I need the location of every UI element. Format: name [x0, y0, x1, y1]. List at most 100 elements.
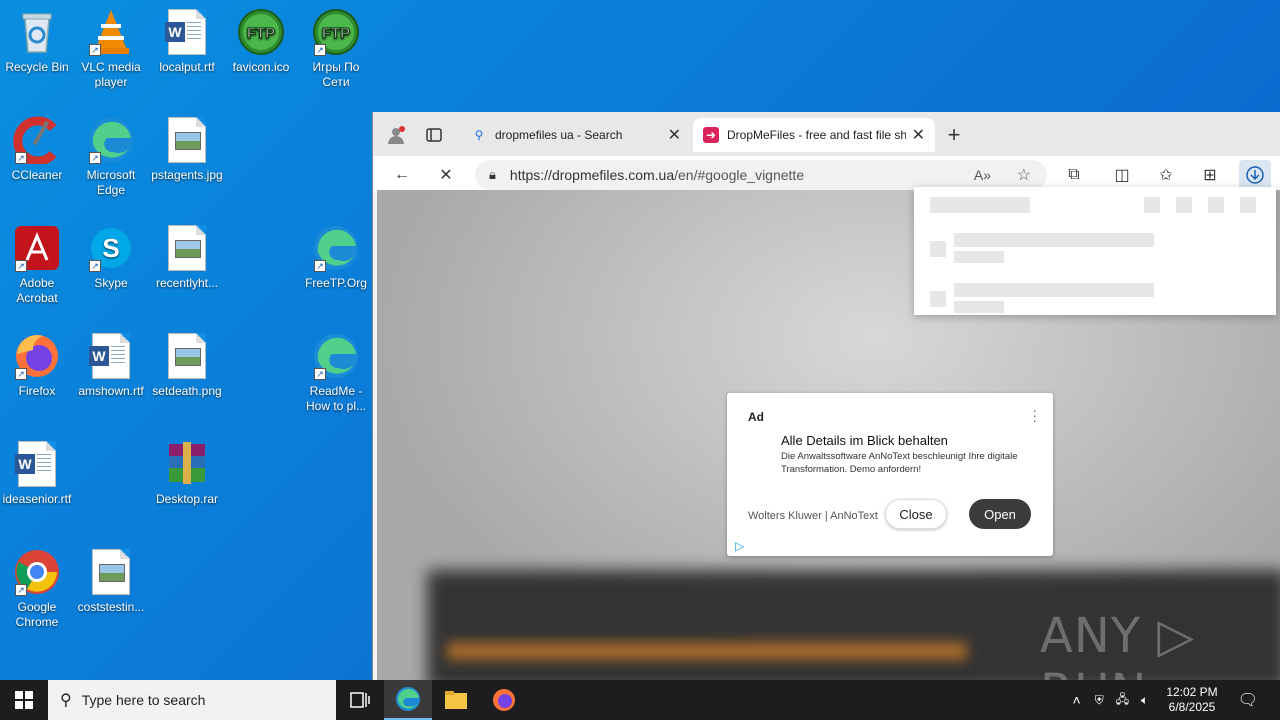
- desktop-icon-ideasenior[interactable]: W ideasenior.rtf: [0, 440, 74, 507]
- collections-icon[interactable]: ⊞: [1199, 164, 1221, 186]
- tab-title: DropMeFiles - free and fast file sharing: [727, 128, 906, 142]
- shortcut-arrow-icon: ↗: [314, 260, 326, 272]
- shortcut-arrow-icon: ↗: [89, 260, 101, 272]
- desktop-icon-games[interactable]: FTP ↗ Игры По Сети: [299, 8, 373, 90]
- edge-icon: ↗: [87, 116, 135, 164]
- desktop-icon-desktop-rar[interactable]: Desktop.rar: [150, 440, 224, 507]
- desktop-icon-pstagents[interactable]: pstagents.jpg: [150, 116, 224, 183]
- desktop-icon-ccleaner[interactable]: ↗ CCleaner: [0, 116, 74, 183]
- vlc-icon: ↗: [87, 8, 135, 56]
- desktop-icon-label: Recycle Bin: [5, 60, 69, 74]
- tab-dropmefiles[interactable]: ➜ DropMeFiles - free and fast file shari…: [693, 118, 935, 152]
- ad-body[interactable]: Die Anwaltssoftware AnNoText beschleunig…: [781, 450, 1031, 476]
- desktop-icon-readme[interactable]: ↗ ReadMe - How to pl...: [299, 332, 373, 414]
- network-icon[interactable]: 🖧︎: [1116, 690, 1129, 711]
- taskbar-search-placeholder: Type here to search: [81, 692, 206, 708]
- edge-icon: ↗: [312, 332, 360, 380]
- tab-search[interactable]: ⚲ dropmefiles ua - Search ✕: [461, 118, 691, 152]
- desktop-icon-label: Игры По Сети: [312, 60, 360, 89]
- acrobat-icon: ↗: [13, 224, 61, 272]
- search-icon[interactable]: [1176, 197, 1192, 213]
- close-tab-icon[interactable]: ✕: [912, 125, 925, 145]
- ad-advertiser[interactable]: Wolters Kluwer | AnNoText: [748, 510, 878, 522]
- svg-text:FTP: FTP: [322, 25, 350, 42]
- word-doc-icon: W: [13, 440, 61, 488]
- desktop-icon-recentlyht[interactable]: recentlyht...: [150, 224, 224, 291]
- desktop-icon-label: localput.rtf: [159, 60, 215, 74]
- shortcut-arrow-icon: ↗: [89, 152, 101, 164]
- tab-title: dropmefiles ua - Search: [495, 128, 623, 142]
- url-path: /en/#google_vignette: [674, 167, 805, 183]
- clock-date: 6/8/2025: [1168, 700, 1216, 714]
- favorite-star-icon[interactable]: ☆: [1017, 165, 1031, 185]
- search-icon: ⚲: [474, 128, 484, 142]
- new-tab-icon[interactable]: +: [943, 122, 965, 147]
- split-screen-icon[interactable]: ◫: [1111, 164, 1133, 186]
- desktop-icon-label: VLC media player: [81, 60, 141, 89]
- file-icon: [930, 291, 946, 307]
- tab-actions-icon[interactable]: [423, 124, 445, 146]
- extensions-icon[interactable]: ⧉: [1063, 164, 1085, 186]
- start-button[interactable]: [0, 680, 48, 720]
- taskbar-search[interactable]: ⚲ Type here to search: [48, 680, 336, 720]
- favorites-icon[interactable]: ✩: [1155, 164, 1177, 186]
- desktop-icon-firefox[interactable]: ↗ Firefox: [0, 332, 74, 399]
- desktop-icon-coststestin[interactable]: coststestin...: [74, 548, 148, 615]
- firefox-icon: ↗: [13, 332, 61, 380]
- stop-loading-icon[interactable]: ✕: [435, 164, 457, 186]
- ad-dialog: Ad · · · Alle Details im Blick behalten Di…: [727, 393, 1053, 556]
- edge-icon: ↗: [312, 224, 360, 272]
- back-icon[interactable]: ←: [391, 164, 413, 186]
- adchoices-icon[interactable]: ▷: [735, 539, 744, 553]
- downloads-panel: [914, 187, 1276, 315]
- svg-text:S: S: [102, 233, 119, 263]
- desktop-icon-chrome[interactable]: ↗ Google Chrome: [0, 548, 74, 630]
- security-icon[interactable]: ⛨: [1095, 693, 1104, 708]
- desktop-icon-localput[interactable]: W localput.rtf: [150, 8, 224, 75]
- shortcut-arrow-icon: ↗: [314, 368, 326, 380]
- desktop-icon-recycle-bin[interactable]: Recycle Bin: [0, 8, 74, 75]
- desktop-icon-setdeath[interactable]: setdeath.png: [150, 332, 224, 399]
- read-aloud-icon[interactable]: A»: [974, 167, 991, 183]
- lock-icon: 🔒︎: [489, 167, 496, 182]
- volume-icon[interactable]: 🔈︎: [1141, 693, 1148, 708]
- taskbar-firefox-icon[interactable]: [480, 680, 528, 720]
- url-field[interactable]: 🔒︎ https://dropmefiles.com.ua/en/#google…: [475, 160, 1047, 190]
- task-view-icon[interactable]: [336, 680, 384, 720]
- downloads-panel-title-skeleton: [930, 197, 1030, 213]
- pin-icon[interactable]: [1240, 197, 1256, 213]
- ad-close-button[interactable]: Close: [885, 499, 947, 529]
- desktop-icon-label: CCleaner: [11, 168, 63, 182]
- desktop-icon-skype[interactable]: S ↗ Skype: [74, 224, 148, 291]
- url-host: https://dropmefiles.com.ua: [509, 167, 675, 183]
- ad-open-button[interactable]: Open: [969, 499, 1031, 529]
- desktop-icon-amshown[interactable]: W amshown.rtf: [74, 332, 148, 399]
- desktop-icon-acrobat[interactable]: ↗ Adobe Acrobat: [0, 224, 74, 306]
- desktop-icon-label: Desktop.rar: [155, 492, 219, 506]
- clock[interactable]: 12:02 PM 6/8/2025: [1166, 685, 1217, 715]
- shortcut-arrow-icon: ↗: [15, 584, 27, 596]
- ad-headline[interactable]: Alle Details im Blick behalten: [781, 433, 948, 448]
- notifications-icon[interactable]: 🗨︎: [1238, 690, 1258, 710]
- winrar-icon: [163, 440, 211, 488]
- more-options-icon[interactable]: · · ·: [1032, 403, 1037, 427]
- chevron-up-icon[interactable]: ˄: [1073, 692, 1081, 708]
- folder-icon[interactable]: [1144, 197, 1160, 213]
- word-doc-icon: W: [87, 332, 135, 380]
- tab-bar: ⚲ dropmefiles ua - Search ✕ ➜ DropMeFile…: [373, 112, 1280, 156]
- taskbar-file-explorer-icon[interactable]: [432, 680, 480, 720]
- close-tab-icon[interactable]: ✕: [668, 125, 681, 145]
- image-file-icon: [163, 332, 211, 380]
- ftp-icon: FTP ↗: [312, 8, 360, 56]
- desktop-icon-vlc[interactable]: ↗ VLC media player: [74, 8, 148, 90]
- profile-icon[interactable]: [385, 124, 407, 146]
- taskbar-edge-icon[interactable]: [384, 680, 432, 720]
- ad-label: Ad: [748, 410, 764, 424]
- clock-time: 12:02 PM: [1166, 685, 1218, 699]
- desktop-icon-label: setdeath.png: [152, 384, 222, 398]
- desktop-icon-freetp[interactable]: ↗ FreeTP.Org: [299, 224, 373, 291]
- more-icon[interactable]: [1208, 197, 1224, 213]
- desktop-icon-favicon[interactable]: FTP favicon.ico: [224, 8, 298, 75]
- downloads-icon[interactable]: [1239, 160, 1271, 190]
- desktop-icon-edge[interactable]: ↗ Microsoft Edge: [74, 116, 148, 198]
